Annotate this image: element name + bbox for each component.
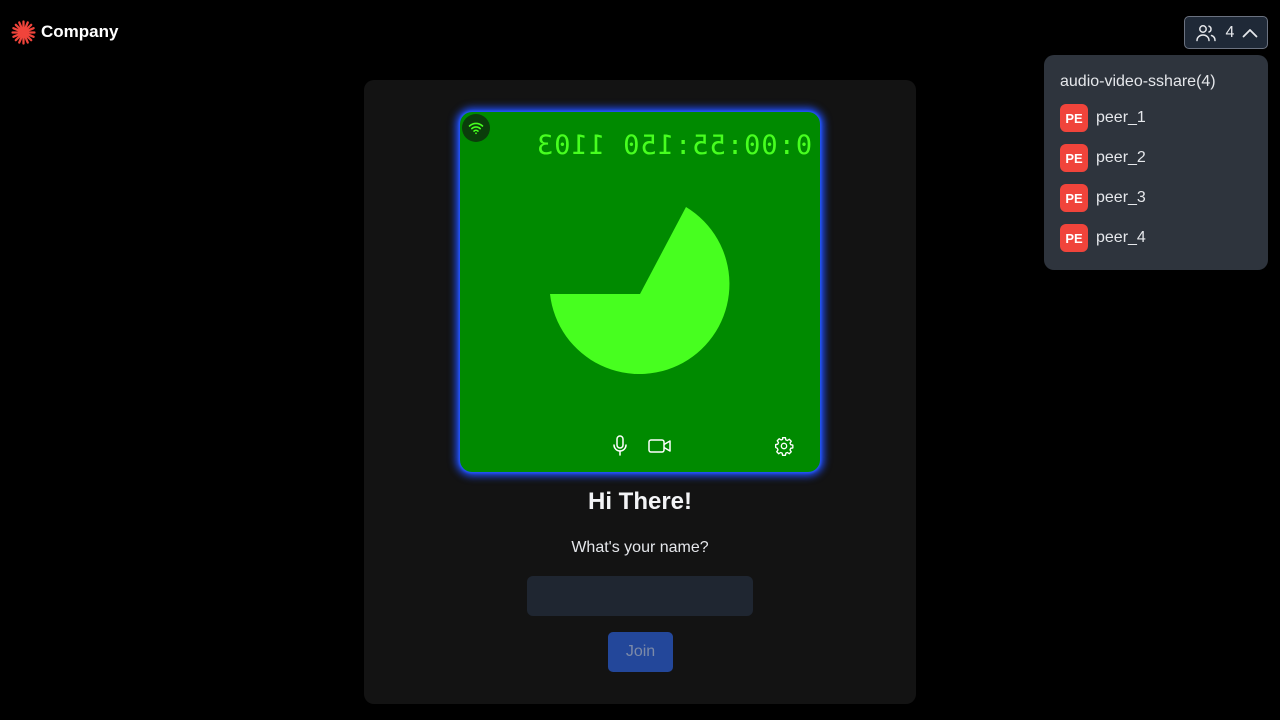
chevron-up-icon (1242, 28, 1258, 37)
preview-controls (460, 434, 820, 458)
name-prompt-label: What's your name? (571, 539, 709, 556)
logo-asterisk-icon (11, 19, 36, 45)
company-name: Company (41, 22, 119, 41)
company-logo[interactable]: Company (11, 19, 119, 45)
mic-toggle-button[interactable] (608, 434, 632, 458)
avatar: PE (1060, 224, 1088, 252)
participant-name: peer_2 (1096, 149, 1146, 166)
participant-item[interactable]: PE peer_2 (1060, 144, 1252, 172)
preview-card: 0:00:55:150 1103 Hi There! What's your n… (364, 80, 916, 704)
join-button[interactable]: Join (608, 632, 673, 672)
participants-toggle-button[interactable]: 4 (1184, 16, 1268, 49)
participant-item[interactable]: PE peer_3 (1060, 184, 1252, 212)
participant-name: peer_1 (1096, 109, 1146, 126)
participant-item[interactable]: PE peer_1 (1060, 104, 1252, 132)
participants-count: 4 (1225, 23, 1235, 41)
avatar: PE (1060, 184, 1088, 212)
settings-button[interactable] (772, 434, 796, 458)
room-title: audio-video-sshare(4) (1060, 73, 1216, 90)
video-preview: 0:00:55:150 1103 (460, 112, 820, 472)
users-icon (1196, 24, 1216, 41)
gear-icon (775, 437, 794, 456)
participant-name: peer_4 (1096, 229, 1146, 246)
participant-name: peer_3 (1096, 189, 1146, 206)
avatar: PE (1060, 144, 1088, 172)
video-content-shape (550, 207, 730, 375)
participant-item[interactable]: PE peer_4 (1060, 224, 1252, 252)
participants-dropdown: audio-video-sshare(4) PE peer_1 PE peer_… (1044, 55, 1268, 270)
camera-icon (648, 439, 671, 453)
avatar: PE (1060, 104, 1088, 132)
name-input[interactable] (527, 576, 753, 616)
video-timestamp: 0:00:55:150 1103 (535, 130, 812, 161)
greeting-heading: Hi There! (587, 488, 692, 515)
connection-quality-badge (462, 114, 490, 142)
mic-icon (613, 435, 627, 456)
wifi-icon (468, 122, 484, 135)
camera-toggle-button[interactable] (646, 434, 674, 458)
